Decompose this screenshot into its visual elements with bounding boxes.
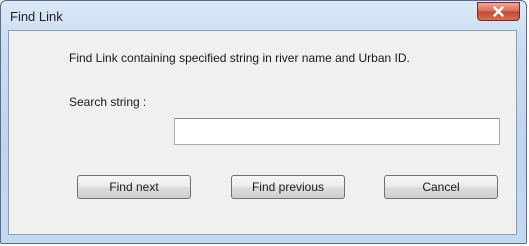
search-string-input[interactable]	[174, 118, 500, 145]
find-next-button[interactable]: Find next	[77, 175, 191, 199]
close-button[interactable]	[477, 2, 520, 21]
search-string-label: Search string :	[69, 95, 147, 109]
description-text: Find Link containing specified string in…	[69, 51, 410, 65]
find-previous-button[interactable]: Find previous	[231, 175, 345, 199]
cancel-button[interactable]: Cancel	[384, 175, 498, 199]
window-title: Find Link	[10, 9, 63, 24]
title-bar[interactable]: Find Link	[1, 1, 526, 31]
close-x-icon	[493, 6, 504, 17]
